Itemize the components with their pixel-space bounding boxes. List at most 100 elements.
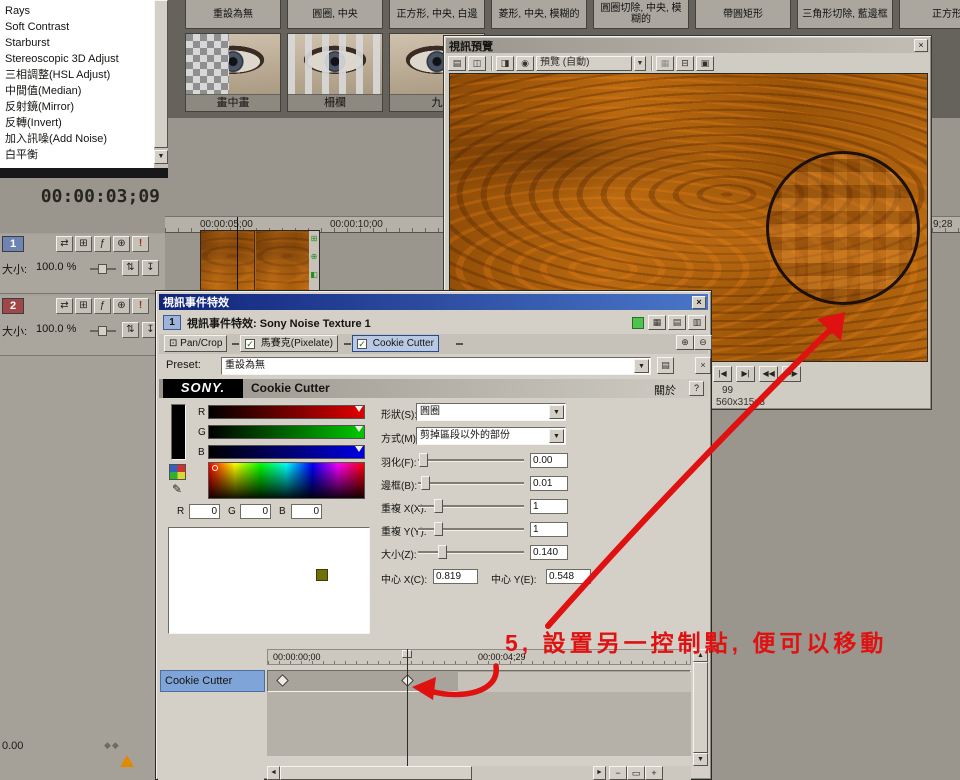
zoom-fit-icon[interactable]: ▭ [627, 766, 645, 780]
slider-thumb[interactable] [98, 326, 107, 336]
track-size-value[interactable]: 100.0 % [36, 261, 76, 273]
effects-list-scrollbar[interactable]: ▼ [154, 0, 168, 168]
spinner-updown-icon[interactable]: ⇅ [122, 322, 139, 338]
preset-thumbnail[interactable]: 柵欄 [287, 33, 383, 112]
repeat-y-value-field[interactable]: 1 [530, 522, 568, 537]
transport-next-frame-button[interactable]: ▶| [736, 366, 755, 382]
event-generic-icon[interactable]: ⊞ [309, 233, 319, 245]
eyedropper-icon[interactable]: ✎ [172, 482, 182, 496]
palette-mode-icon[interactable] [169, 464, 186, 480]
shape-preview-box[interactable] [168, 527, 370, 634]
slider-thumb[interactable] [419, 453, 428, 467]
border-slider[interactable] [418, 475, 524, 491]
feather-slider[interactable] [418, 452, 524, 468]
effects-list-item[interactable]: 中間值(Median) [2, 83, 152, 99]
g-value-field[interactable]: 0 [240, 504, 271, 519]
r-value-field[interactable]: 0 [189, 504, 220, 519]
split-screen-dropdown-icon[interactable]: ◉ [516, 56, 534, 71]
effects-list-item[interactable]: Soft Contrast [2, 19, 152, 35]
event-crop-icon[interactable]: ◧ [309, 269, 319, 281]
scroll-down-icon[interactable]: ▼ [693, 753, 708, 766]
preset-button[interactable]: 菱形, 中央, 模糊的 [491, 0, 587, 29]
effects-list-item[interactable]: Starburst [2, 35, 152, 51]
track-size-value[interactable]: 100.0 % [36, 323, 76, 335]
track-motion-icon[interactable]: ⇄ [56, 298, 73, 314]
feather-value-field[interactable]: 0.00 [530, 453, 568, 468]
effects-list-item[interactable]: 白平衡 [2, 147, 152, 163]
preset-button[interactable]: 圓圈切除, 中央, 模糊的 [593, 0, 689, 29]
red-channel-slider[interactable] [208, 405, 365, 419]
track-1-number-badge[interactable]: 1 [2, 236, 24, 252]
center-y-value-field[interactable]: 0.548 [546, 569, 591, 584]
event-pan-icon[interactable]: ⊕ [309, 251, 319, 263]
save-preset-icon[interactable]: ▤ [657, 357, 674, 374]
layout-grid-icon[interactable]: ▦ [648, 315, 666, 330]
scrollbar-thumb[interactable] [154, 0, 168, 148]
border-value-field[interactable]: 0.01 [530, 476, 568, 491]
add-plugin-icon[interactable]: ⊕ [676, 335, 694, 350]
preset-button[interactable]: 正方形, 中央, 白邊 [389, 0, 485, 29]
remove-plugin-icon[interactable]: ⊖ [694, 335, 712, 350]
track-fx-icon[interactable]: ƒ [94, 236, 111, 252]
color-picker-marker-icon[interactable] [212, 465, 218, 471]
timeline-playhead[interactable] [237, 217, 238, 294]
shape-combobox[interactable]: 圓圈 ▼ [416, 403, 566, 421]
track-2-number-badge[interactable]: 2 [2, 298, 24, 314]
effects-list-item[interactable]: Stereoscopic 3D Adjust [2, 51, 152, 67]
zoom-out-icon[interactable]: − [609, 766, 627, 780]
scroll-right-icon[interactable]: ► [593, 766, 606, 780]
help-icon[interactable]: ? [689, 381, 704, 396]
fx-enabled-indicator[interactable] [632, 317, 644, 329]
zoom-in-icon[interactable]: + [645, 766, 663, 780]
b-value-field[interactable]: 0 [291, 504, 322, 519]
repeat-y-slider[interactable] [418, 521, 524, 537]
slider-thumb[interactable] [434, 499, 443, 513]
effects-list-item[interactable]: 反轉(Invert) [2, 115, 152, 131]
slider-marker-icon[interactable] [355, 406, 363, 412]
external-monitor-icon[interactable]: ◫ [468, 56, 486, 71]
effects-list-item[interactable]: Rays [2, 3, 152, 19]
repeat-x-value-field[interactable]: 1 [530, 499, 568, 514]
slider-thumb[interactable] [438, 545, 447, 559]
shape-center-handle[interactable] [316, 569, 328, 581]
transport-forward-button[interactable]: ▶▶ [782, 366, 801, 382]
about-link[interactable]: 關於 [654, 382, 676, 398]
keyframe-horizontal-scrollbar[interactable]: ◄ ► − ▭ + [267, 766, 691, 780]
track-bypass-icon[interactable]: ⊞ [75, 236, 92, 252]
save-snapshot-icon[interactable]: ▣ [696, 56, 714, 71]
fx-dialog-close-icon[interactable]: × [692, 296, 706, 309]
preset-dropdown-arrow-icon[interactable]: ▼ [634, 359, 649, 373]
track-bypass-icon[interactable]: ⊞ [75, 298, 92, 314]
size-slider[interactable] [418, 544, 524, 560]
hue-saturation-box[interactable] [208, 462, 365, 499]
pixelate-chain-button[interactable]: ✓ 馬賽克(Pixelate) [240, 335, 338, 352]
copy-snapshot-icon[interactable]: ⊟ [676, 56, 694, 71]
pan-crop-chain-button[interactable]: ⊡ Pan/Crop [164, 335, 227, 352]
preview-quality-dropdown[interactable]: 預覽 (自動) [536, 56, 632, 71]
anchor-down-icon[interactable]: ↧ [142, 260, 159, 276]
video-output-dropdown-icon[interactable]: ◨ [496, 56, 514, 71]
quality-dropdown-arrow-icon[interactable]: ▼ [634, 56, 646, 71]
delete-preset-icon[interactable]: × [695, 357, 711, 374]
track-alert-icon[interactable]: ! [132, 236, 149, 252]
scrollbar-thumb[interactable] [693, 662, 708, 753]
time-display[interactable]: 00:00:03;09 [0, 186, 160, 210]
keyframe-lane[interactable] [267, 670, 691, 692]
layout-rows-icon[interactable]: ▤ [668, 315, 686, 330]
effects-list-item[interactable]: 反射鏡(Mirror) [2, 99, 152, 115]
project-properties-icon[interactable]: ▤ [448, 56, 466, 71]
track-size-slider[interactable] [90, 330, 116, 332]
effects-list-item[interactable]: 三相調整(HSL Adjust) [2, 67, 152, 83]
preset-thumbnail[interactable]: 畫中畫 [185, 33, 281, 112]
track-mute-icon[interactable]: ⊕ [113, 236, 130, 252]
center-x-value-field[interactable]: 0.819 [433, 569, 478, 584]
timeline-event[interactable]: ⊞ ⊕ ◧ [200, 230, 320, 292]
method-combobox[interactable]: 剪掉區段以外的部份 ▼ [416, 427, 566, 445]
scrollbar-thumb[interactable] [280, 766, 472, 780]
track-mute-icon[interactable]: ⊕ [113, 298, 130, 314]
cookie-cutter-checkbox[interactable]: ✓ [357, 339, 367, 349]
preview-close-icon[interactable]: × [914, 39, 928, 52]
slider-marker-icon[interactable] [355, 426, 363, 432]
dropdown-arrow-icon[interactable]: ▼ [549, 429, 564, 443]
transport-rewind-button[interactable]: ◀◀ [759, 366, 778, 382]
